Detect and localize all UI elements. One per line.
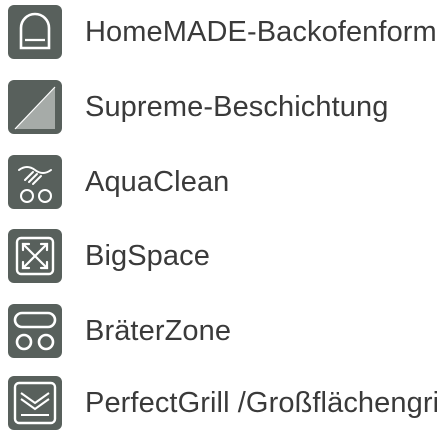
feature-item-aquaclean: AquaClean [5,152,229,212]
feature-label: BigSpace [85,239,210,272]
oven-mold-icon [5,2,65,62]
feature-item-homemade: HomeMADE-Backofenform [5,2,437,62]
feature-label: Supreme-Beschichtung [85,90,389,123]
coating-icon [5,77,65,137]
roaster-zone-icon [5,301,65,361]
feature-list: HomeMADE-Backofenform Supreme-Beschichtu… [0,0,437,432]
feature-label: BräterZone [85,314,232,347]
feature-item-coating: Supreme-Beschichtung [5,77,388,137]
aquaclean-icon [5,152,65,212]
perfectgrill-icon [5,373,65,433]
feature-item-bigspace: BigSpace [5,226,210,286]
feature-label: HomeMADE-Backofenform [85,15,437,48]
feature-label: AquaClean [85,165,230,198]
feature-item-braeterzone: BräterZone [5,301,231,361]
feature-label: PerfectGrill /Großflächengrill [85,386,437,419]
bigspace-icon [5,226,65,286]
feature-item-perfectgrill: PerfectGrill /Großflächengrill [5,373,437,433]
